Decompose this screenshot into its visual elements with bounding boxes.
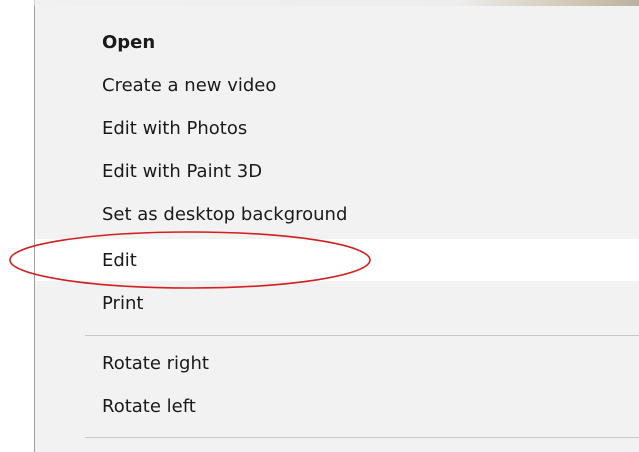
menu-item-edit[interactable]: Edit xyxy=(35,239,639,281)
menu-item-create-video[interactable]: Create a new video xyxy=(35,64,639,106)
background-window-strip xyxy=(34,0,639,6)
menu-item-label: Set as desktop background xyxy=(102,203,348,225)
menu-item-rotate-left[interactable]: Rotate left xyxy=(35,385,639,427)
menu-item-label: Rotate right xyxy=(102,352,209,374)
screenshot: Open Create a new video Edit with Photos… xyxy=(0,0,639,452)
menu-item-label: Print xyxy=(102,292,144,314)
context-menu: Open Create a new video Edit with Photos… xyxy=(34,0,639,452)
menu-item-edit-with-paint-3d[interactable]: Edit with Paint 3D xyxy=(35,150,639,192)
menu-item-open[interactable]: Open xyxy=(35,21,639,63)
menu-item-label: Rotate left xyxy=(102,395,196,417)
menu-separator xyxy=(85,437,639,438)
menu-item-set-desktop-background[interactable]: Set as desktop background xyxy=(35,193,639,235)
menu-item-print[interactable]: Print xyxy=(35,282,639,324)
menu-item-label: Edit xyxy=(102,249,137,271)
menu-item-rotate-right[interactable]: Rotate right xyxy=(35,342,639,384)
menu-item-label: Create a new video xyxy=(102,74,277,96)
menu-separator xyxy=(85,335,639,336)
menu-item-label: Edit with Photos xyxy=(102,117,248,139)
menu-item-edit-with-photos[interactable]: Edit with Photos xyxy=(35,107,639,149)
menu-item-label: Edit with Paint 3D xyxy=(102,160,263,182)
menu-item-label: Open xyxy=(102,31,156,53)
